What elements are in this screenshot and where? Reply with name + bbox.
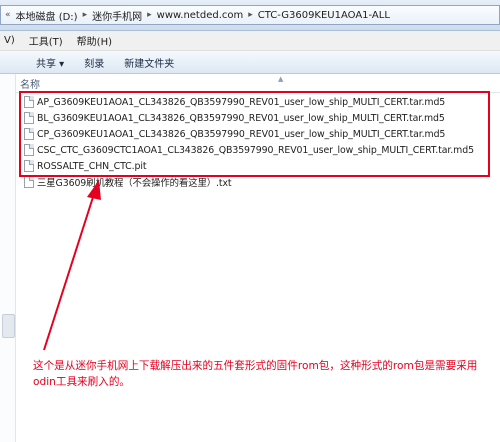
- annotation-text: 这个是从迷你手机网上下载解压出来的五件套形式的固件rom包，这种形式的rom包是…: [33, 360, 478, 388]
